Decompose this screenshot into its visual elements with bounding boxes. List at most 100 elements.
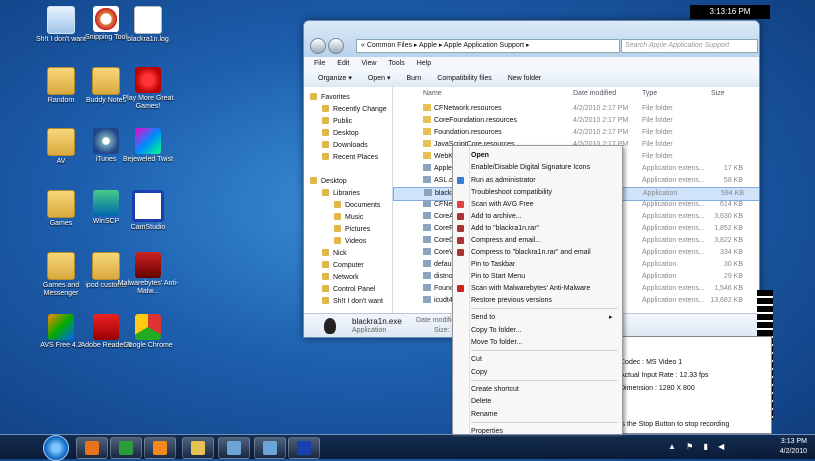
- file-size: 29 KB: [703, 271, 743, 283]
- menu-item-scan-with-malwarebytes-anti-malware[interactable]: Scan with Malwarebytes' Anti-Malware: [457, 283, 590, 294]
- nav-item-network[interactable]: Network: [322, 272, 359, 284]
- compatibility-files-button[interactable]: Compatibility files: [437, 70, 491, 87]
- burn-button[interactable]: Burn: [406, 70, 421, 87]
- menu-view[interactable]: View: [361, 57, 376, 70]
- taskbar-button-chrome[interactable]: [110, 437, 142, 459]
- nav-item-desktop[interactable]: Desktop: [310, 176, 347, 188]
- file-row[interactable]: CFNetwork.resources 4/2/2010 2:17 PM File …: [393, 103, 759, 115]
- nav-item-music[interactable]: Music: [334, 212, 363, 224]
- menu-item-rename[interactable]: Rename: [471, 409, 497, 420]
- desktop-icon-malwarebytes-anti-malw[interactable]: Malwarebytes' Anti-Malw...: [117, 252, 179, 296]
- recycle-bin-icon: [47, 6, 75, 34]
- menu-item-icon: [457, 285, 464, 292]
- file-name: CFNetwork.resources: [423, 103, 563, 115]
- taskbar-button-itunes[interactable]: [218, 437, 250, 459]
- column-name[interactable]: Name: [423, 87, 442, 101]
- file-size: 58 KB: [703, 175, 743, 187]
- start-button[interactable]: [43, 435, 69, 461]
- camstudio-icon: [297, 441, 311, 455]
- file-type-text: Application extens...: [642, 237, 705, 244]
- file-size-text: 1,852 KB: [714, 225, 743, 232]
- nav-item-public[interactable]: Public: [322, 116, 352, 128]
- menu-item-pin-to-start-menu[interactable]: Pin to Start Menu: [471, 271, 525, 282]
- nav-item-sh-t-i-don-t-want[interactable]: Sh!t I don't want: [322, 296, 383, 308]
- menu-item-create-shortcut[interactable]: Create shortcut: [471, 384, 519, 395]
- menu-item-pin-to-taskbar[interactable]: Pin to Taskbar: [471, 259, 515, 270]
- menu-item-troubleshoot-compatibility[interactable]: Troubleshoot compatibility: [471, 187, 552, 198]
- column-date[interactable]: Date modified: [573, 87, 616, 101]
- nav-item-icon: [322, 261, 329, 268]
- back-button[interactable]: [310, 38, 326, 54]
- menu-tools[interactable]: Tools: [388, 57, 404, 70]
- file-type: File folder: [642, 139, 708, 151]
- file-size: 3,630 KB: [703, 211, 743, 223]
- file-type: Application extens...: [642, 247, 708, 259]
- nav-item-recent-places[interactable]: Recent Places: [322, 152, 378, 164]
- column-type[interactable]: Type: [642, 87, 657, 101]
- taskbar-button-explorer[interactable]: [182, 437, 214, 459]
- recorder-window: Codec : MS Video 1 Actual Input Rate : 1…: [613, 336, 772, 434]
- nav-item-pictures[interactable]: Pictures: [334, 224, 370, 236]
- menu-item-copy[interactable]: Copy: [471, 367, 487, 378]
- menu-item-cut[interactable]: Cut: [471, 354, 482, 365]
- nav-item-recently-change[interactable]: Recently Change: [322, 104, 387, 116]
- menu-item-restore-previous-versions[interactable]: Restore previous versions: [471, 295, 552, 306]
- folder-icon: [423, 104, 431, 111]
- menu-item-copy-to-folder[interactable]: Copy To folder...: [471, 325, 521, 336]
- column-size[interactable]: Size: [711, 87, 725, 101]
- organize-button[interactable]: Organize ▾: [318, 70, 352, 87]
- menu-help[interactable]: Help: [417, 57, 431, 70]
- menu-item-add-to-blackra1n-rar[interactable]: Add to "blackra1n.rar": [457, 223, 539, 234]
- desktop-icon-bejeweled-twist[interactable]: Bejeweled Twist: [117, 128, 179, 164]
- nav-item-control-panel[interactable]: Control Panel: [322, 284, 375, 296]
- nav-item-computer[interactable]: Computer: [322, 260, 364, 272]
- desktop-icon-play-more-great-games[interactable]: Play More Great Games!: [117, 67, 179, 111]
- menu-item-add-to-archive[interactable]: Add to archive...: [457, 211, 522, 222]
- tray-clock[interactable]: 3:13 PM 4/2/2010: [780, 435, 807, 461]
- file-icon: [424, 189, 432, 196]
- taskbar-button-camstudio[interactable]: [288, 437, 320, 459]
- file-type-text: File folder: [642, 105, 673, 112]
- forward-button[interactable]: [328, 38, 344, 54]
- menu-edit[interactable]: Edit: [337, 57, 349, 70]
- menu-item-compress-to-blackra1n-rar-and-email[interactable]: Compress to "blackra1n.rar" and email: [457, 247, 591, 258]
- menu-item-icon: [457, 249, 464, 256]
- address-bar[interactable]: « Common Files ▸ Apple ▸ Apple Applicati…: [356, 39, 620, 53]
- menu-item-open[interactable]: Open: [471, 150, 489, 161]
- file-type-text: Application extens...: [642, 249, 705, 256]
- new-folder-button[interactable]: New folder: [508, 70, 541, 87]
- nav-item-desktop[interactable]: Desktop: [322, 128, 359, 140]
- menu-item-move-to-folder[interactable]: Move To folder...: [471, 337, 522, 348]
- nav-item-downloads[interactable]: Downloads: [322, 140, 368, 152]
- menu-item-icon: [457, 237, 464, 244]
- taskbar-button-itunes[interactable]: [254, 437, 286, 459]
- nav-item-videos[interactable]: Videos: [334, 236, 366, 248]
- open-button[interactable]: Open ▾: [368, 70, 391, 87]
- menu-file[interactable]: File: [314, 57, 325, 70]
- nav-item-favorites[interactable]: Favorites: [310, 92, 350, 104]
- desktop-icon-blackra1n-log[interactable]: blackra1n.log: [117, 6, 179, 44]
- file-row[interactable]: Foundation.resources 4/2/2010 2:17 PM File…: [393, 127, 759, 139]
- file-type-text: Application extens...: [642, 225, 705, 232]
- taskbar-button-firefox[interactable]: [76, 437, 108, 459]
- menu-item-run-as-administrator[interactable]: Run as administrator: [457, 175, 536, 186]
- menu-item-scan-with-avg-free[interactable]: Scan with AVG Free: [457, 199, 534, 210]
- taskbar-button-media-player[interactable]: [144, 437, 176, 459]
- nav-item-documents[interactable]: Documents: [334, 200, 380, 212]
- tray-icons[interactable]: ▲ ⚑ ▮ ◀: [668, 442, 728, 451]
- menu-item-delete[interactable]: Delete: [471, 396, 491, 407]
- desktop-icon-google-chrome[interactable]: Google Chrome: [117, 314, 179, 350]
- folder-icon: [47, 128, 75, 156]
- file-row[interactable]: CoreFoundation.resources 4/2/2010 2:17 PM…: [393, 115, 759, 127]
- nav-item-nick[interactable]: Nick: [322, 248, 347, 260]
- nav-item-label: Music: [345, 214, 364, 221]
- nav-item-libraries[interactable]: Libraries: [322, 188, 360, 200]
- menu-item-send-to[interactable]: Send to ▸: [471, 312, 613, 323]
- nav-item-icon: [322, 285, 329, 292]
- desktop-icon-camstudio[interactable]: CamStudio: [117, 190, 179, 232]
- file-size: 614 KB: [703, 199, 743, 211]
- search-input[interactable]: Search Apple Application Support: [621, 39, 758, 53]
- nav-item-label: Desktop: [321, 178, 347, 185]
- menu-item-compress-and-email[interactable]: Compress and email...: [457, 235, 541, 246]
- menu-item-enable-disable-digital-signature-icons[interactable]: Enable/Disable Digital Signature Icons: [471, 162, 590, 173]
